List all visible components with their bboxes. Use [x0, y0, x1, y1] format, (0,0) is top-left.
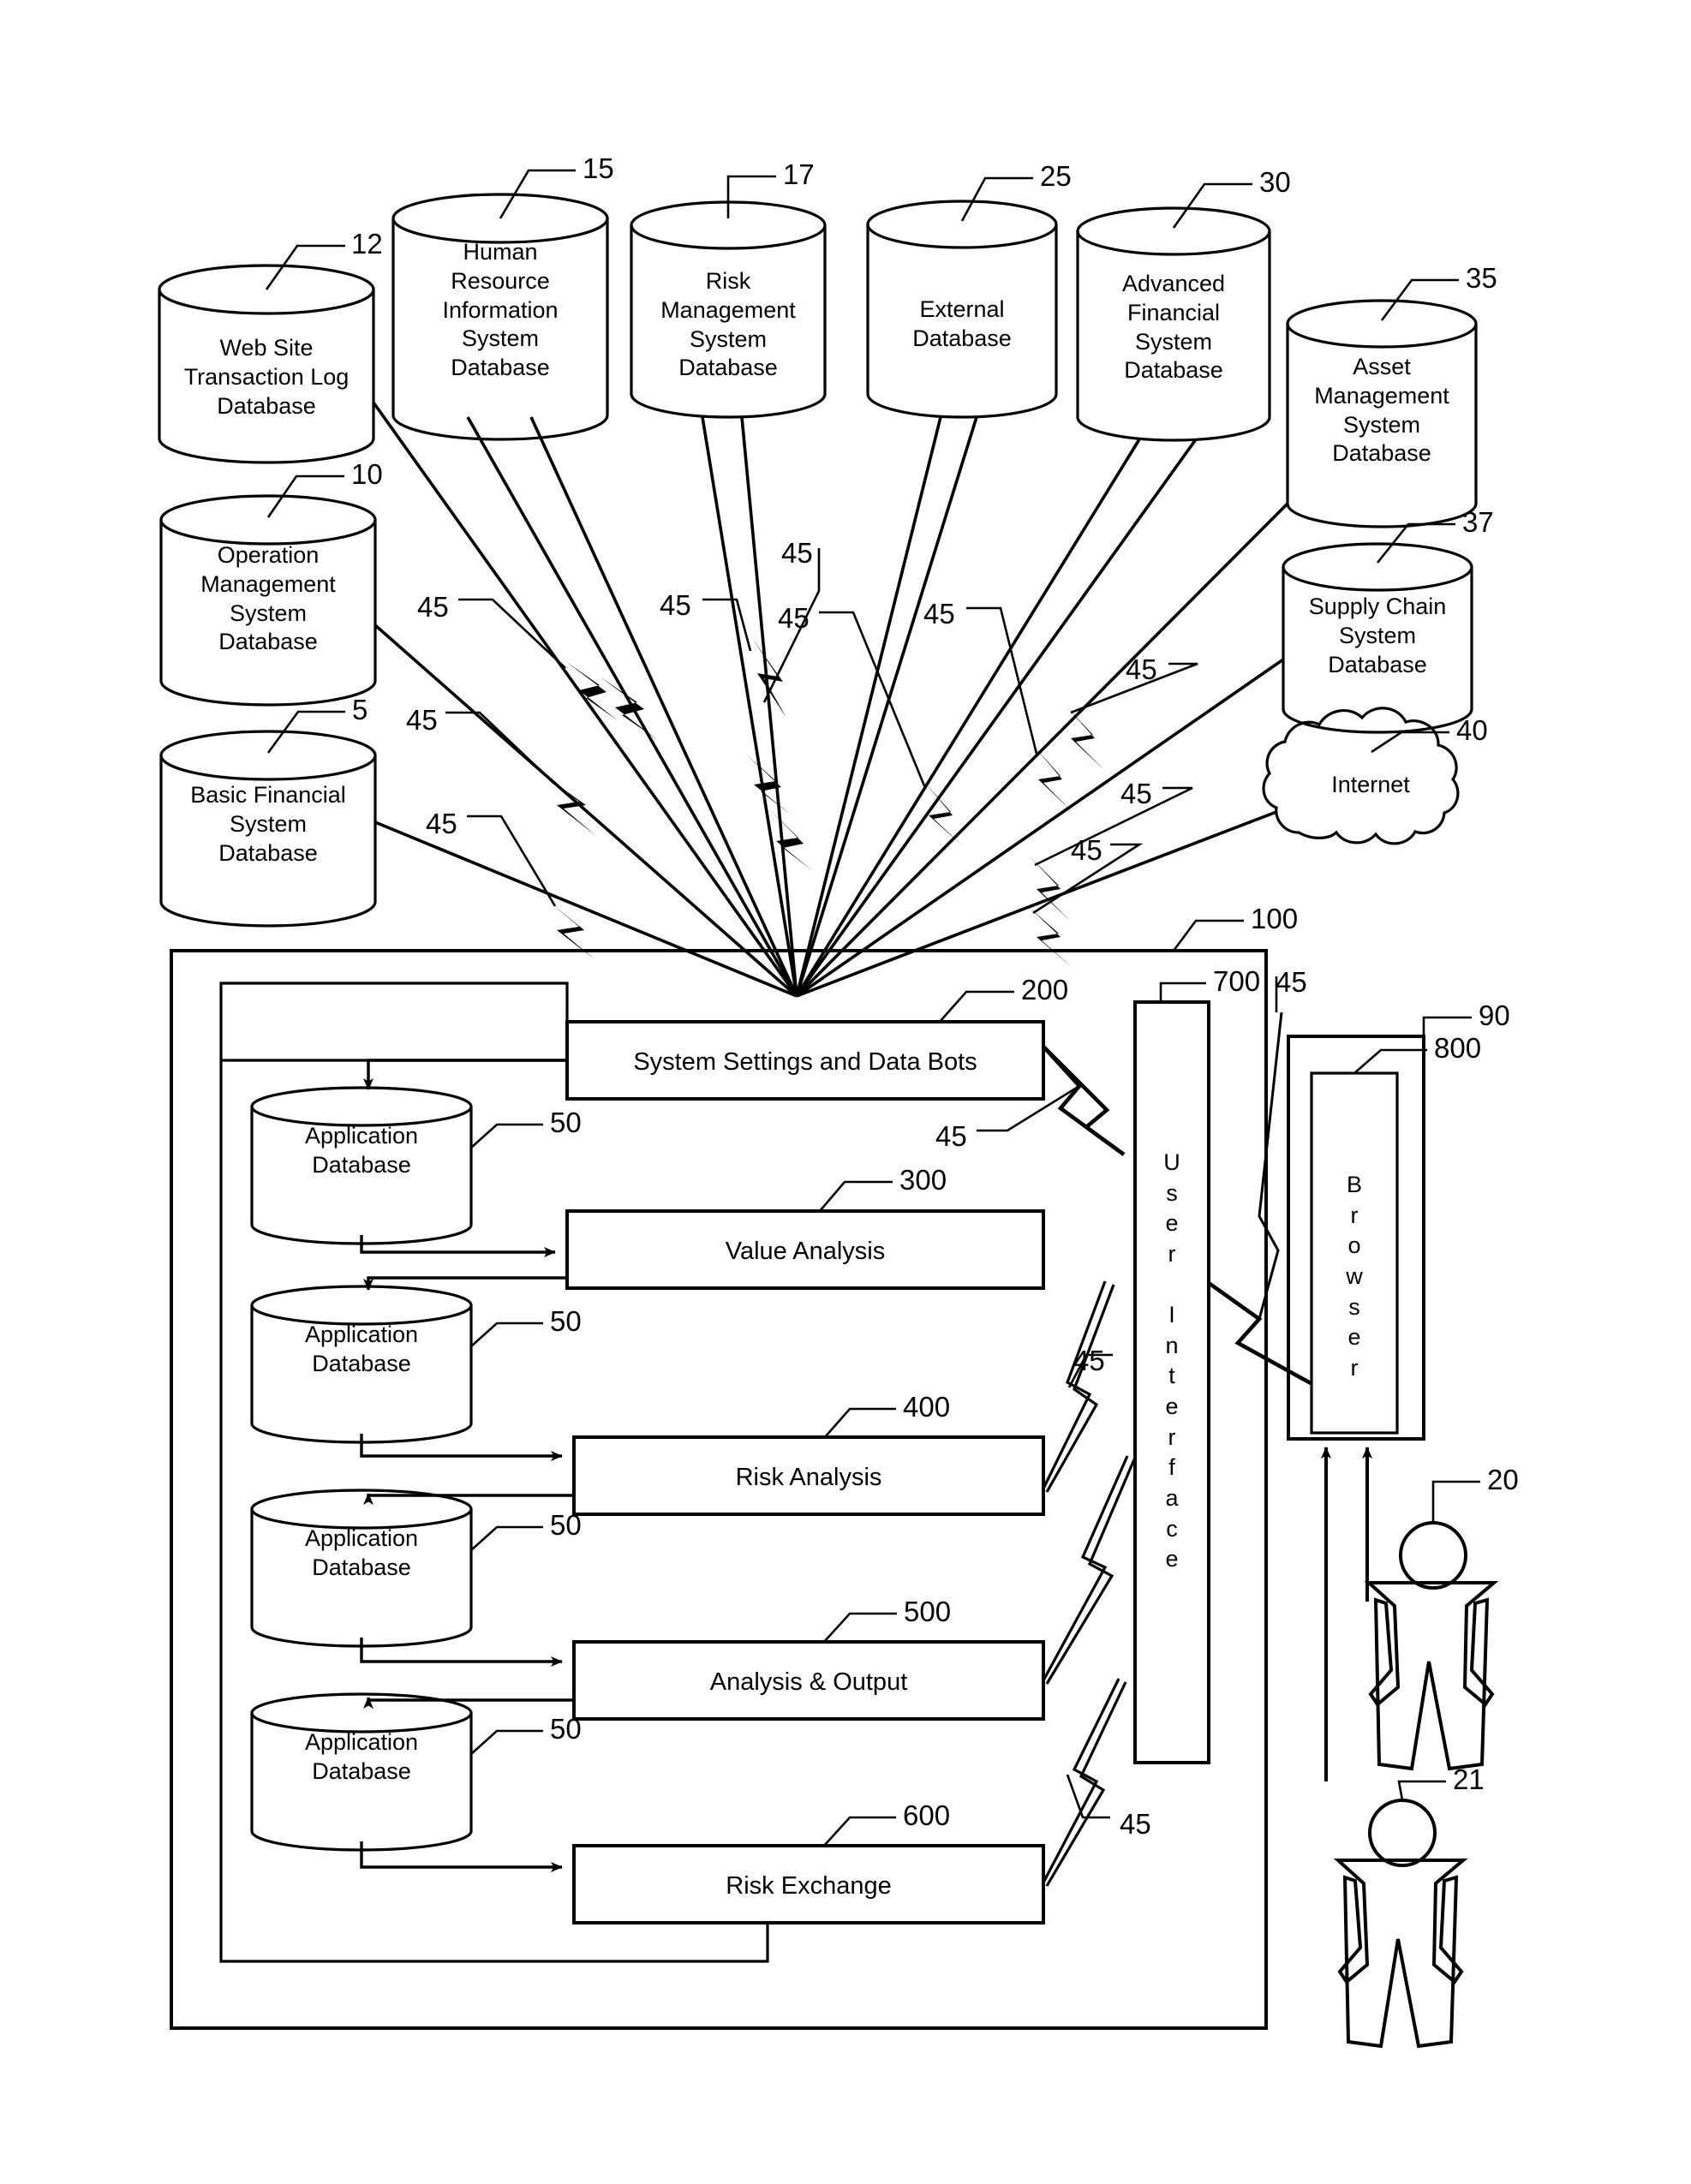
refnum-21: 21 — [1453, 1763, 1485, 1795]
cylinder-db-17 — [630, 200, 827, 419]
cylinder-db-10 — [159, 494, 377, 707]
refnum-45-9: 45 — [426, 808, 457, 839]
person-20 — [1364, 1521, 1499, 1771]
user-interface-label: User Interface — [1163, 1149, 1180, 1572]
cylinder-db-37 — [1282, 542, 1473, 734]
refnum-400: 400 — [903, 1391, 951, 1423]
refnum-40: 40 — [1456, 714, 1488, 746]
proc-200-label[interactable]: System Settings and Data Bots — [567, 1048, 1043, 1077]
refnum-35: 35 — [1466, 262, 1497, 294]
cylinder-db-12 — [158, 264, 375, 464]
refnum-45-10: 45 — [1071, 834, 1102, 866]
refnum-45-6: 45 — [1126, 653, 1157, 685]
refnum-45-2: 45 — [660, 589, 691, 621]
refnum-45-3: 45 — [778, 602, 810, 634]
refnum-45-4: 45 — [781, 537, 813, 569]
refnum-45-13: 45 — [1073, 1345, 1105, 1376]
refnum-200: 200 — [1021, 974, 1069, 1005]
refnum-45-12: 45 — [935, 1120, 967, 1152]
cylinder-appdb-3 — [250, 1489, 473, 1648]
cylinder-appdb-4 — [250, 1692, 473, 1852]
cylinder-db-30 — [1076, 206, 1271, 442]
refnum-90: 90 — [1479, 1000, 1510, 1031]
refnum-5: 5 — [352, 694, 368, 725]
refnum-50-2: 50 — [550, 1305, 582, 1337]
refnum-45-11: 45 — [1276, 966, 1307, 998]
refnum-45-14: 45 — [1120, 1808, 1151, 1840]
cylinder-appdb-1 — [250, 1086, 473, 1245]
refnum-30: 30 — [1259, 166, 1291, 198]
patent-figure-canvas: Web Site Transaction Log Database Human … — [0, 0, 1691, 2184]
proc-300-label[interactable]: Value Analysis — [567, 1238, 1043, 1266]
refnum-20: 20 — [1487, 1464, 1519, 1495]
diagram-vector-layer — [158, 169, 1499, 2049]
refnum-45-1: 45 — [417, 591, 449, 623]
refnum-50-4: 50 — [550, 1713, 582, 1745]
refnum-600: 600 — [903, 1799, 951, 1831]
cylinder-db-35 — [1286, 299, 1478, 528]
refnum-17: 17 — [783, 158, 815, 190]
browser-label: Browser — [1346, 1172, 1363, 1381]
refnum-800: 800 — [1434, 1032, 1482, 1064]
refnum-45-8: 45 — [1120, 778, 1152, 809]
refnum-300: 300 — [899, 1164, 947, 1196]
refnum-37: 37 — [1462, 506, 1494, 538]
refnum-45-5: 45 — [923, 598, 955, 630]
proc-400-label[interactable]: Risk Analysis — [574, 1464, 1043, 1492]
refnum-500: 500 — [904, 1596, 952, 1627]
refnum-12: 12 — [351, 228, 383, 260]
refnum-50-1: 50 — [550, 1107, 582, 1138]
person-21 — [1333, 1799, 1468, 2049]
refnum-45-7: 45 — [406, 704, 438, 736]
refnum-700: 700 — [1213, 965, 1261, 997]
refnum-10: 10 — [351, 458, 383, 490]
refnum-100: 100 — [1251, 903, 1299, 934]
refnum-50-3: 50 — [550, 1509, 582, 1541]
cylinder-appdb-2 — [250, 1285, 473, 1444]
cylinder-db-5 — [159, 730, 377, 928]
cylinder-db-25 — [866, 200, 1058, 419]
refnum-25: 25 — [1040, 160, 1072, 192]
cylinder-db-15 — [391, 193, 609, 441]
proc-600-label[interactable]: Risk Exchange — [574, 1872, 1043, 1901]
refnum-15: 15 — [583, 152, 614, 184]
proc-500-label[interactable]: Analysis & Output — [574, 1668, 1043, 1697]
